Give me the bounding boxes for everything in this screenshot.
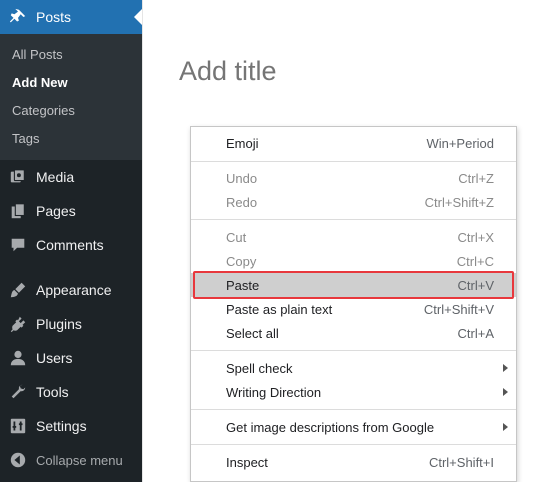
settings-icon <box>8 416 28 436</box>
sidebar-item-plugins[interactable]: Plugins <box>0 307 142 341</box>
submenu-arrow-icon <box>503 423 508 431</box>
menu-item-image-descriptions[interactable]: Get image descriptions from Google <box>191 415 516 439</box>
submenu-categories[interactable]: Categories <box>12 103 75 118</box>
menu-item-writing-direction[interactable]: Writing Direction <box>191 380 516 404</box>
comments-icon <box>8 235 28 255</box>
menu-separator <box>191 350 516 351</box>
menu-item-emoji[interactable]: Emoji Win+Period <box>191 131 516 155</box>
menu-separator <box>191 219 516 220</box>
menu-item-undo[interactable]: Undo Ctrl+Z <box>191 166 516 190</box>
users-icon <box>8 348 28 368</box>
sidebar-item-label: Comments <box>36 237 104 253</box>
menu-item-cut[interactable]: Cut Ctrl+X <box>191 225 516 249</box>
sidebar-item-tools[interactable]: Tools <box>0 375 142 409</box>
menu-item-inspect[interactable]: Inspect Ctrl+Shift+I <box>191 450 516 474</box>
menu-separator <box>191 409 516 410</box>
sidebar-item-label: Users <box>36 350 73 366</box>
paste-highlight-box <box>193 271 514 299</box>
sidebar-item-users[interactable]: Users <box>0 341 142 375</box>
submenu-tags[interactable]: Tags <box>12 131 39 146</box>
sidebar-item-label: Settings <box>36 418 87 434</box>
plugins-icon <box>8 314 28 334</box>
post-title-input[interactable]: Add title <box>179 56 277 87</box>
sidebar-item-appearance[interactable]: Appearance <box>0 273 142 307</box>
menu-item-copy[interactable]: Copy Ctrl+C <box>191 249 516 273</box>
submenu-arrow-icon <box>503 388 508 396</box>
submenu-all-posts[interactable]: All Posts <box>12 47 63 62</box>
sidebar-item-label: Plugins <box>36 316 82 332</box>
sidebar-item-settings[interactable]: Settings <box>0 409 142 443</box>
pushpin-icon <box>8 7 28 27</box>
media-icon <box>8 167 28 187</box>
sidebar-item-comments[interactable]: Comments <box>0 228 142 262</box>
sidebar-item-label: Tools <box>36 384 69 400</box>
appearance-icon <box>8 280 28 300</box>
tools-icon <box>8 382 28 402</box>
menu-item-paste-plain-text[interactable]: Paste as plain text Ctrl+Shift+V <box>191 297 516 321</box>
current-indicator <box>134 9 142 25</box>
collapse-menu-button[interactable]: Collapse menu <box>0 443 142 477</box>
menu-item-redo[interactable]: Redo Ctrl+Shift+Z <box>191 190 516 214</box>
submenu-add-new[interactable]: Add New <box>12 75 68 90</box>
pages-icon <box>8 201 28 221</box>
sidebar-item-media[interactable]: Media <box>0 160 142 194</box>
sidebar-item-label: Appearance <box>36 282 112 298</box>
collapse-menu-label: Collapse menu <box>36 452 123 468</box>
collapse-icon <box>8 450 28 470</box>
menu-separator <box>191 444 516 445</box>
sidebar-item-label: Posts <box>36 9 72 25</box>
sidebar-item-label: Media <box>36 169 75 185</box>
menu-item-spell-check[interactable]: Spell check <box>191 356 516 380</box>
sidebar-item-label: Pages <box>36 203 76 219</box>
submenu-arrow-icon <box>503 364 508 372</box>
sidebar-item-posts[interactable]: Posts <box>0 0 142 34</box>
posts-submenu: All Posts Add New Categories Tags <box>0 34 142 160</box>
admin-sidebar: Posts All Posts Add New Categories Tags … <box>0 0 142 482</box>
menu-item-select-all[interactable]: Select all Ctrl+A <box>191 321 516 345</box>
menu-separator <box>191 161 516 162</box>
sidebar-item-pages[interactable]: Pages <box>0 194 142 228</box>
context-menu: Emoji Win+Period Undo Ctrl+Z Redo Ctrl+S… <box>190 126 517 482</box>
